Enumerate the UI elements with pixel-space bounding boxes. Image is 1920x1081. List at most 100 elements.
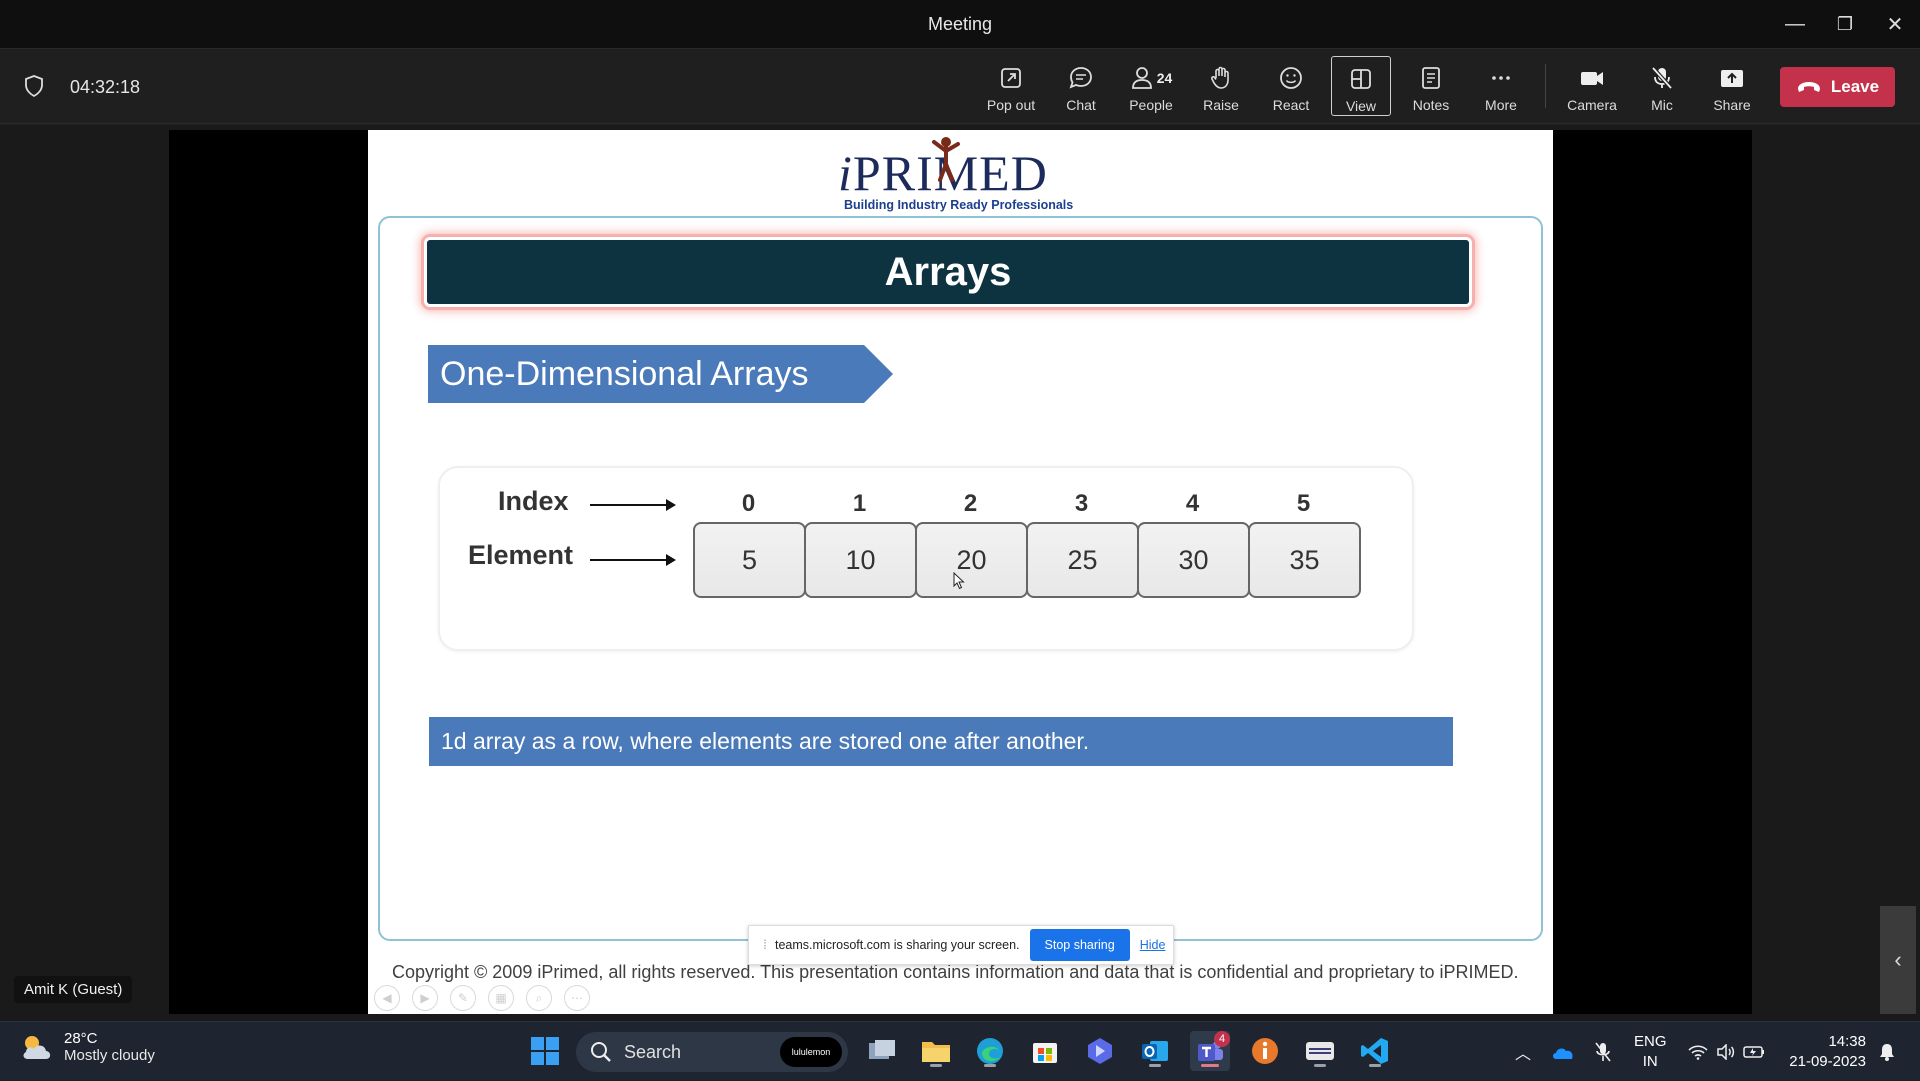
array-cell-0: 5 <box>693 522 806 598</box>
info-app-button[interactable] <box>1245 1031 1285 1071</box>
pop-out-button[interactable]: Pop out <box>978 56 1044 116</box>
participant-name-tag: Amit K (Guest) <box>14 976 133 1003</box>
onedrive-button[interactable] <box>1548 1022 1578 1081</box>
volume-button[interactable] <box>1712 1022 1740 1081</box>
more-options-icon[interactable]: ⋯ <box>564 985 590 1011</box>
file-explorer-button[interactable] <box>916 1031 956 1071</box>
slide-title: Arrays <box>424 237 1472 307</box>
window-title-bar: Meeting — ❐ ✕ <box>0 0 1920 49</box>
system-clock[interactable]: 14:38 21-09-2023 <box>1786 1032 1866 1072</box>
outlook-button[interactable] <box>1135 1031 1175 1071</box>
hide-link[interactable]: Hide <box>1140 938 1166 952</box>
vscode-icon <box>1361 1038 1388 1064</box>
leave-button[interactable]: Leave <box>1780 67 1895 107</box>
share-icon <box>1721 70 1743 87</box>
microsoft-store-button[interactable] <box>1025 1031 1065 1071</box>
react-label: React <box>1272 97 1310 113</box>
active-indicator <box>1201 1064 1219 1067</box>
slideshow-controls: ◀ ▶ ✎ ▦ ⌕ ⋯ <box>374 985 590 1011</box>
array-cell-4: 30 <box>1137 522 1250 598</box>
raise-hand-button[interactable]: Raise <box>1188 56 1254 116</box>
toolbar-divider <box>1545 64 1546 108</box>
view-button[interactable]: View <box>1331 56 1391 116</box>
notifications-button[interactable] <box>1872 1022 1902 1081</box>
logo-figure-icon <box>932 137 960 182</box>
share-button[interactable]: Share <box>1699 56 1765 116</box>
array-cell-5: 35 <box>1248 522 1361 598</box>
chevron-up-icon: ︿ <box>1514 1045 1531 1063</box>
index-0: 0 <box>741 490 756 517</box>
edge-icon <box>977 1038 1003 1064</box>
react-icon <box>1280 67 1302 89</box>
teams-button[interactable]: 4 <box>1190 1031 1230 1071</box>
region-code: IN <box>1642 1053 1658 1070</box>
stop-sharing-button[interactable]: Stop sharing <box>1029 929 1130 961</box>
input-language[interactable]: ENG IN <box>1634 1032 1667 1072</box>
section-ribbon: One-Dimensional Arrays <box>428 345 893 403</box>
onedrive-cloud-icon <box>1553 1048 1573 1059</box>
taskbar-search[interactable]: Search lululemon <box>576 1032 848 1072</box>
running-indicator <box>930 1064 942 1067</box>
show-hidden-icons-button[interactable]: ︿ <box>1508 1022 1538 1081</box>
shield-icon[interactable] <box>24 74 44 98</box>
wifi-icon <box>1688 1044 1708 1060</box>
slides-grid-icon[interactable]: ▦ <box>488 985 514 1011</box>
react-button[interactable]: React <box>1258 56 1324 116</box>
mic-muted-tray-button[interactable] <box>1588 1022 1618 1081</box>
minimize-icon[interactable]: — <box>1770 0 1820 49</box>
index-3: 3 <box>1074 490 1089 517</box>
array-cell-2: 20 <box>915 522 1028 598</box>
pen-icon[interactable]: ✎ <box>450 985 476 1011</box>
store-icon <box>1033 1043 1057 1063</box>
previous-slide-icon[interactable]: ◀ <box>374 985 400 1011</box>
people-button[interactable]: 24 People <box>1118 56 1184 116</box>
windows-start-button[interactable] <box>525 1031 565 1071</box>
drag-handle-icon[interactable]: ⁞ <box>757 938 773 952</box>
wifi-button[interactable] <box>1684 1022 1712 1081</box>
clock-time: 14:38 <box>1828 1033 1866 1050</box>
people-icon-wrap: 24 <box>1126 64 1176 92</box>
slide-caption: 1d array as a row, where elements are st… <box>429 717 1453 766</box>
share-label: Share <box>1713 97 1751 113</box>
clock-date: 21-09-2023 <box>1789 1053 1866 1070</box>
pop-out-label: Pop out <box>986 97 1036 113</box>
language-code: ENG <box>1634 1033 1667 1050</box>
notes-button[interactable]: Notes <box>1398 56 1464 116</box>
folder-icon <box>922 1042 950 1062</box>
power-automate-button[interactable] <box>1080 1031 1120 1071</box>
window-title: Meeting <box>927 13 993 34</box>
mic-label: Mic <box>1651 97 1673 113</box>
running-indicator <box>1314 1064 1326 1067</box>
volume-icon <box>1717 1043 1735 1060</box>
chat-button[interactable]: Chat <box>1048 56 1114 116</box>
app-window-button[interactable] <box>1300 1031 1340 1071</box>
restore-icon[interactable]: ❐ <box>1820 0 1870 49</box>
raise-label: Raise <box>1203 97 1239 113</box>
expand-panel-button[interactable]: ‹ <box>1880 906 1916 1014</box>
index-2: 2 <box>963 490 978 517</box>
more-button[interactable]: More <box>1468 56 1534 116</box>
windows-taskbar: 28°C Mostly cloudy Search lululemon 4 ︿ … <box>0 1021 1920 1080</box>
slide-copyright: Copyright © 2009 iPrimed, all rights res… <box>392 962 1519 982</box>
logo-tagline: Building Industry Ready Professionals <box>844 198 1074 212</box>
battery-button[interactable] <box>1740 1022 1768 1081</box>
zoom-icon[interactable]: ⌕ <box>526 985 552 1011</box>
screen-sharing-bar: ⁞ teams.microsoft.com is sharing your sc… <box>748 925 1174 965</box>
search-label: Search <box>624 1041 682 1062</box>
next-slide-icon[interactable]: ▶ <box>412 985 438 1011</box>
weather-widget[interactable]: 28°C Mostly cloudy <box>20 1030 155 1064</box>
task-view-button[interactable] <box>862 1031 902 1071</box>
app-window-icon <box>1306 1042 1334 1060</box>
close-icon[interactable]: ✕ <box>1870 0 1920 49</box>
meeting-timer: 04:32:18 <box>70 77 141 97</box>
mic-button[interactable]: Mic <box>1629 56 1695 116</box>
vscode-button[interactable] <box>1355 1031 1395 1071</box>
running-indicator <box>1369 1064 1381 1067</box>
camera-button[interactable]: Camera <box>1559 56 1625 116</box>
people-count: 24 <box>1156 70 1173 86</box>
index-arrow <box>590 499 676 511</box>
window-controls: — ❐ ✕ <box>1770 0 1920 49</box>
mouse-cursor-icon <box>953 572 965 590</box>
running-indicator <box>984 1064 996 1067</box>
edge-browser-button[interactable] <box>970 1031 1010 1071</box>
